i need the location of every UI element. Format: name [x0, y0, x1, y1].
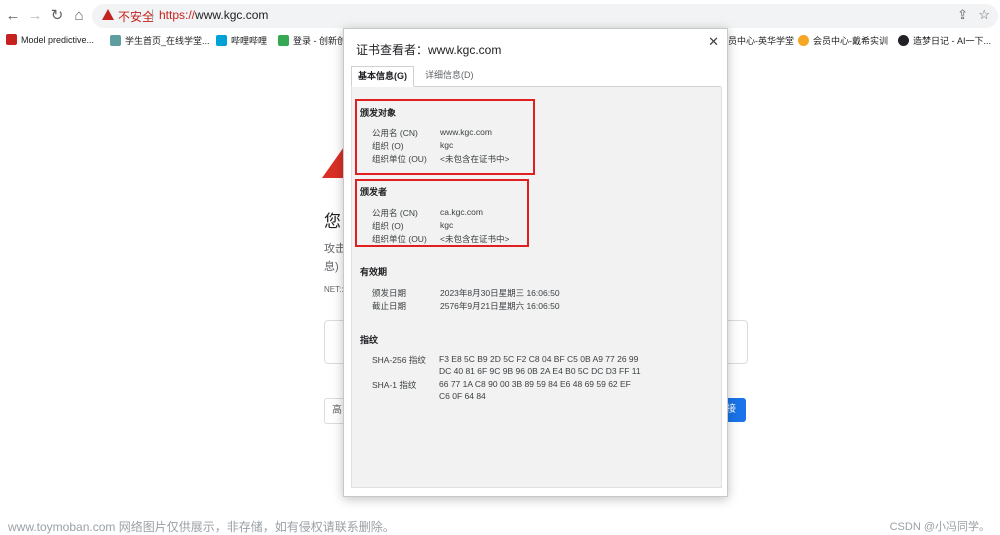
field-value: www.kgc.com: [440, 127, 492, 137]
bookmark-label: 员中心-英华学堂: [728, 36, 794, 46]
forward-icon[interactable]: →: [26, 7, 44, 25]
home-icon[interactable]: ⌂: [70, 7, 88, 25]
field-value: kgc: [440, 220, 454, 230]
bookmark-label: 登录 - 创新创: [293, 36, 346, 46]
bookmark-item[interactable]: 造梦日记 - AI一下...: [898, 34, 991, 47]
field-value: DC 40 81 6F 9C 9B 96 0B 2A E4 B0 5C DC D…: [439, 366, 641, 376]
field-value: C6 0F 64 84: [439, 391, 486, 401]
field-label: SHA-256 指纹: [372, 355, 426, 365]
bookmark-item[interactable]: 哔哩哔哩: [216, 34, 267, 47]
bookmark-icon: [278, 35, 289, 46]
field-label: 截止日期: [372, 301, 407, 311]
general-panel: 颁发对象 公用名 (CN) www.kgc.com 组织 (O) kgc 组织单…: [351, 87, 722, 488]
watermark-text: www.toymoban.com 网络图片仅供展示，非存储，如有侵权请联系删除。: [8, 520, 395, 534]
tab-details[interactable]: 详细信息(D): [419, 66, 480, 85]
section-title: 颁发对象: [360, 108, 397, 118]
tab-bar: 基本信息(G) 详细信息(D): [351, 66, 721, 87]
field-value: 66 77 1A C8 90 00 3B 89 59 84 E6 48 69 5…: [439, 379, 631, 389]
field-value: F3 E8 5C B9 2D 5C F2 C8 04 BF C5 0B A9 7…: [439, 354, 639, 364]
url-text[interactable]: https://www.kgc.com: [159, 8, 268, 22]
bookmark-icon: [216, 35, 227, 46]
error-code: NET::: [324, 285, 344, 294]
share-icon[interactable]: ⇪: [957, 7, 968, 23]
back-icon[interactable]: ←: [4, 7, 22, 25]
field-label: SHA-1 指纹: [372, 380, 417, 390]
bookmark-label: 会员中心-戴希实训: [813, 36, 888, 46]
certificate-dialog: 证书查看者：www.kgc.com ✕ 基本信息(G) 详细信息(D) 颁发对象…: [343, 28, 728, 497]
url-host: www.kgc.com: [195, 8, 269, 22]
bookmark-item[interactable]: 学生首页_在线学堂...: [110, 34, 210, 47]
field-label: 公用名 (CN): [372, 208, 418, 218]
bookmark-label: 学生首页_在线学堂...: [125, 36, 210, 46]
star-icon[interactable]: ☆: [978, 7, 990, 23]
field-value: 2023年8月30日星期三 16:06:50: [440, 288, 560, 298]
bookmark-item[interactable]: Model predictive...: [6, 34, 94, 45]
field-label: 组织 (O): [372, 221, 404, 231]
field-value: kgc: [440, 140, 454, 150]
insecure-label[interactable]: 不安全: [118, 8, 154, 25]
section-title: 指纹: [360, 335, 379, 345]
field-value: 2576年9月21日星期六 16:06:50: [440, 301, 560, 311]
bookmark-label: 哔哩哔哩: [231, 36, 268, 46]
bookmark-item[interactable]: 员中心-英华学堂: [728, 34, 794, 47]
field-label: 公用名 (CN): [372, 128, 418, 138]
field-label: 组织单位 (OU): [372, 154, 427, 164]
section-title: 有效期: [360, 267, 388, 277]
field-value: <未包含在证书中>: [440, 234, 510, 244]
page-heading: 您: [324, 212, 341, 231]
page-text: 息): [324, 261, 339, 273]
bookmark-icon: [798, 35, 809, 46]
field-label: 组织单位 (OU): [372, 234, 427, 244]
url-scheme: https://: [159, 8, 196, 22]
close-icon[interactable]: ✕: [708, 34, 719, 50]
tab-general[interactable]: 基本信息(G): [351, 66, 414, 87]
warning-icon[interactable]: [102, 9, 114, 20]
url-separator: |: [151, 7, 155, 21]
bookmark-item[interactable]: 登录 - 创新创: [278, 34, 346, 47]
field-value: ca.kgc.com: [440, 207, 483, 217]
bookmark-icon: [898, 35, 909, 46]
dialog-title: 证书查看者：www.kgc.com: [356, 43, 502, 57]
section-title: 颁发者: [360, 187, 388, 197]
csdn-credit: CSDN @小冯同学。: [889, 521, 990, 533]
field-label: 颁发日期: [372, 288, 407, 298]
bookmark-label: Model predictive...: [21, 35, 95, 45]
address-bar[interactable]: 不安全 | https://www.kgc.com ⇪ ☆: [92, 4, 998, 28]
field-value: <未包含在证书中>: [440, 154, 510, 164]
bookmark-icon: [6, 34, 17, 45]
reload-icon[interactable]: ↻: [48, 7, 66, 25]
bookmark-item[interactable]: 会员中心-戴希实训: [798, 34, 888, 47]
field-label: 组织 (O): [372, 141, 404, 151]
bookmark-label: 造梦日记 - AI一下...: [913, 36, 992, 46]
bookmark-icon: [110, 35, 121, 46]
